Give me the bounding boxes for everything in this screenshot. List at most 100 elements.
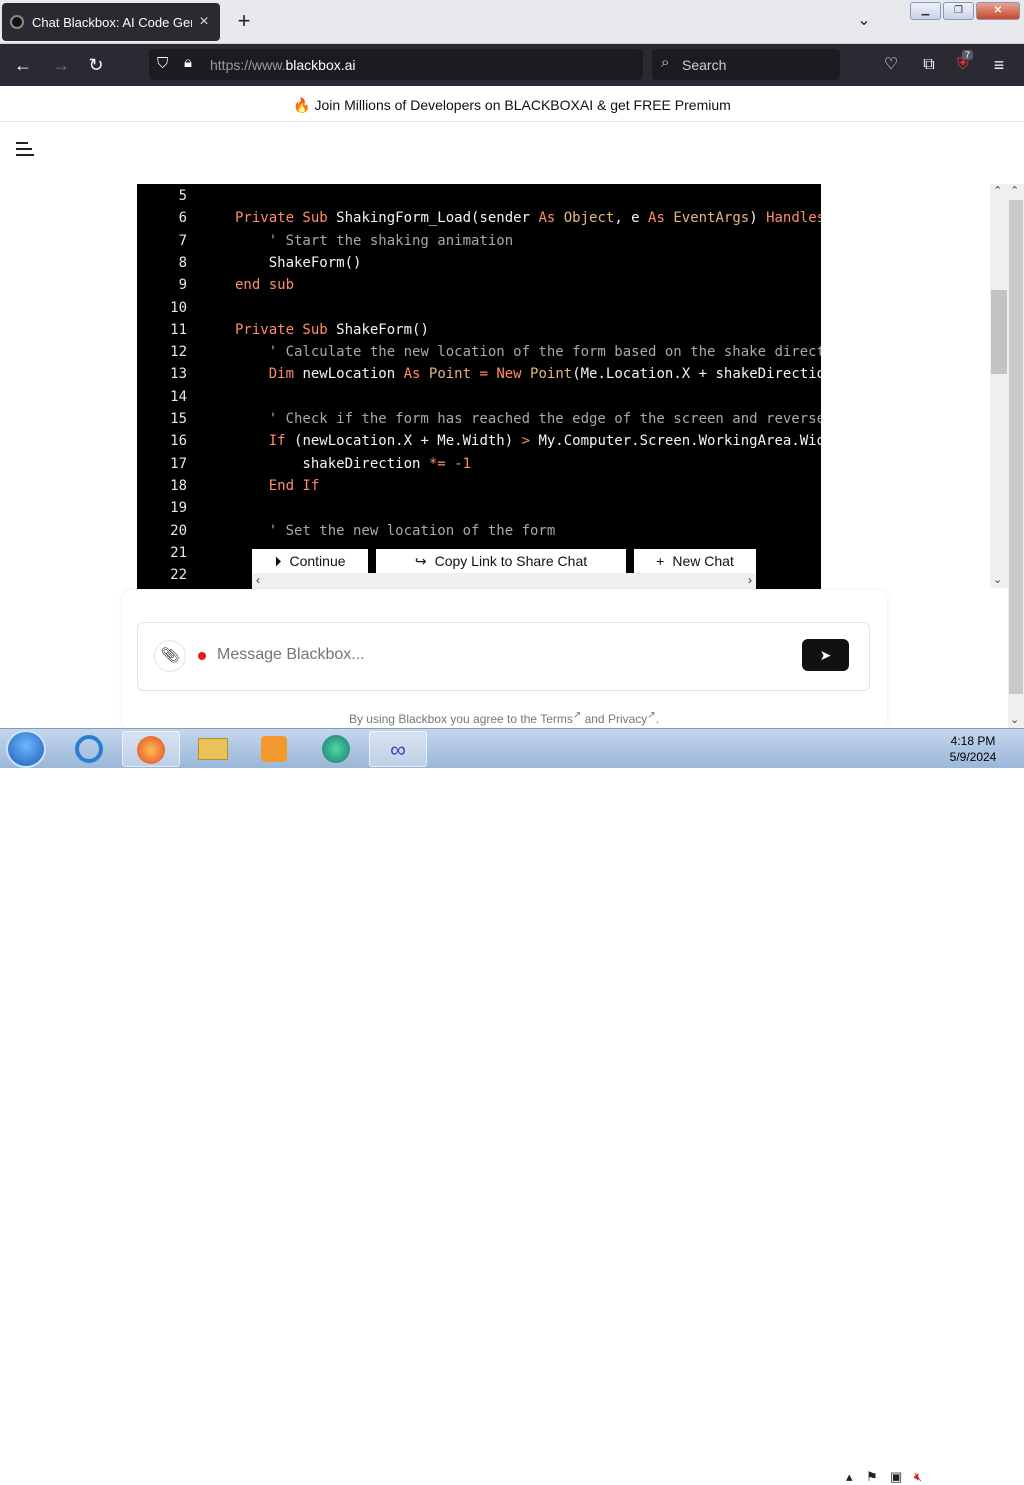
line-number: 20	[170, 522, 187, 539]
terms-notice: By using Blackbox you agree to the Terms…	[348, 710, 660, 726]
code-token: , e	[614, 210, 649, 227]
line-number: 17	[170, 455, 187, 472]
site-favicon-icon	[10, 15, 24, 29]
terms-link[interactable]: Terms	[540, 712, 573, 726]
url-bar[interactable]: ⛉ 🔒︎ https://www.blackbox.ai	[149, 49, 643, 80]
code-line: 22	[137, 567, 235, 589]
windows-taskbar: ∞ ▴ ⚑ ▣ 🔇︎	[0, 728, 1024, 1484]
page-scroll-thumb[interactable]	[1009, 200, 1023, 694]
lock-icon[interactable]: 🔒︎	[184, 54, 192, 71]
code-block: 5 6 Private Sub ShakingForm_Load(sender As…	[137, 184, 821, 589]
search-placeholder: Search	[682, 57, 727, 73]
search-bar[interactable]: ⌕ Search	[652, 49, 840, 80]
window-controls: ▁ ❐ ✕	[910, 2, 1020, 20]
code-token: Dim	[235, 366, 303, 383]
code-token: As	[538, 210, 564, 227]
code-line: 21	[137, 545, 235, 567]
play-circle-icon: ⏵	[274, 552, 282, 569]
code-token: End If	[235, 477, 320, 494]
code-token: end sub	[235, 277, 295, 294]
close-window-button[interactable]: ✕	[976, 2, 1020, 20]
promo-banner[interactable]: 🔥 Join Millions of Developers on BLACKBO…	[0, 86, 1024, 122]
code-token: (Me.Location.X + shakeDirection	[572, 366, 821, 383]
actions-horizontal-scrollbar[interactable]: ‹ ›	[252, 573, 756, 589]
code-line: 15 ' Check if the form has reached the e…	[137, 411, 821, 433]
tray-expand-icon[interactable]: ▴	[846, 1469, 853, 1485]
system-clock[interactable]: 4:18 PM 5/9/2024	[938, 733, 1008, 765]
firefox-icon[interactable]	[122, 731, 180, 767]
copy-link-button[interactable]: ↪ Copy Link to Share Chat	[376, 549, 626, 573]
browser-tab[interactable]: Chat Blackbox: AI Code Genera ×	[2, 3, 220, 41]
chat-app-icon[interactable]	[307, 731, 365, 767]
code-token: >	[521, 433, 539, 450]
plus-icon: +	[656, 553, 665, 569]
code-vertical-scrollbar[interactable]: ⌃ ⌄	[990, 184, 1008, 588]
code-token: Handles MyBase.Load	[766, 210, 821, 227]
code-line: 13 Dim newLocation As Point = New Point(…	[137, 366, 821, 388]
code-token: shakeDirection	[235, 455, 429, 472]
code-line: 10	[137, 300, 235, 322]
code-token: EventArgs	[673, 210, 750, 227]
extension-badge: 7	[962, 50, 974, 60]
line-number: 7	[178, 232, 187, 249]
start-button-icon[interactable]	[6, 730, 46, 768]
line-number: 12	[170, 344, 187, 361]
code-line: 5	[137, 188, 235, 210]
minimize-button[interactable]: ▁	[910, 2, 941, 20]
code-line: 6 Private Sub ShakingForm_Load(sender As …	[137, 210, 821, 232]
line-number: 15	[170, 411, 187, 427]
line-number: 22	[170, 567, 187, 584]
new-chat-button[interactable]: + New Chat	[634, 549, 756, 573]
send-button[interactable]: ➤	[802, 639, 849, 671]
code-token: ' Check if the form has reached the edge…	[235, 411, 821, 427]
restore-button[interactable]: ❐	[943, 2, 974, 20]
sidebar-menu-icon[interactable]	[16, 142, 36, 160]
search-icon: ⌕	[661, 54, 670, 71]
line-number: 5	[178, 188, 187, 204]
clock-time: 4:18 PM	[950, 734, 996, 748]
new-tab-button[interactable]: +	[232, 10, 256, 34]
url-text: https://www.blackbox.ai	[210, 57, 356, 73]
file-explorer-icon[interactable]	[184, 731, 242, 767]
code-line: 9 end sub	[137, 277, 294, 299]
code-token: ShakeForm()	[336, 321, 429, 338]
code-token: ShakeForm()	[235, 254, 362, 271]
line-number: 14	[170, 388, 187, 405]
network-icon[interactable]: ▣	[890, 1469, 902, 1485]
tracking-shield-icon[interactable]: ⛉	[157, 55, 168, 72]
clock-date: 5/9/2024	[949, 750, 997, 764]
back-arrow-icon[interactable]: ←	[12, 54, 34, 76]
continue-button[interactable]: ⏵ Continue	[252, 549, 368, 573]
recording-dot	[198, 652, 206, 660]
line-number: 6	[178, 210, 187, 227]
media-player-icon[interactable]	[245, 731, 303, 767]
code-token: Point	[428, 366, 480, 383]
internet-explorer-icon[interactable]	[60, 731, 118, 767]
reload-icon[interactable]: ↻	[85, 54, 107, 76]
code-line: 18 End If	[137, 478, 319, 500]
code-token: ' Set the new location of the form	[235, 522, 556, 539]
line-number: 13	[170, 366, 187, 383]
line-number: 9	[178, 277, 187, 294]
list-tabs-chevron-icon[interactable]: ⌄	[853, 10, 875, 32]
action-center-flag-icon[interactable]: ⚑	[866, 1469, 878, 1485]
forward-arrow-icon[interactable]: →	[50, 54, 72, 76]
privacy-link[interactable]: Privacy	[608, 712, 647, 726]
copy-link-label: Copy Link to Share Chat	[434, 553, 588, 569]
code-token: Private Sub	[235, 321, 337, 338]
code-line: 12 ' Calculate the new location of the f…	[137, 344, 821, 366]
line-number: 8	[178, 254, 187, 271]
send-arrow-icon: ➤	[819, 647, 832, 663]
code-scroll-thumb[interactable]	[991, 290, 1007, 374]
line-number: 19	[170, 500, 187, 517]
pocket-icon[interactable]: ♡	[880, 54, 902, 76]
extensions-puzzle-icon[interactable]: ⧉	[918, 54, 940, 76]
app-menu-hamburger-icon[interactable]: ≡	[988, 54, 1010, 76]
close-tab-icon[interactable]: ×	[196, 13, 212, 31]
attach-paperclip-icon[interactable]: 📎︎	[154, 640, 186, 672]
line-number: 11	[170, 321, 187, 338]
code-token: My.Computer.Screen.WorkingArea.Width	[538, 433, 821, 450]
message-input[interactable]	[217, 646, 777, 664]
infinity-app-icon[interactable]: ∞	[369, 731, 427, 767]
volume-muted-icon[interactable]: 🔇︎	[914, 1469, 922, 1485]
